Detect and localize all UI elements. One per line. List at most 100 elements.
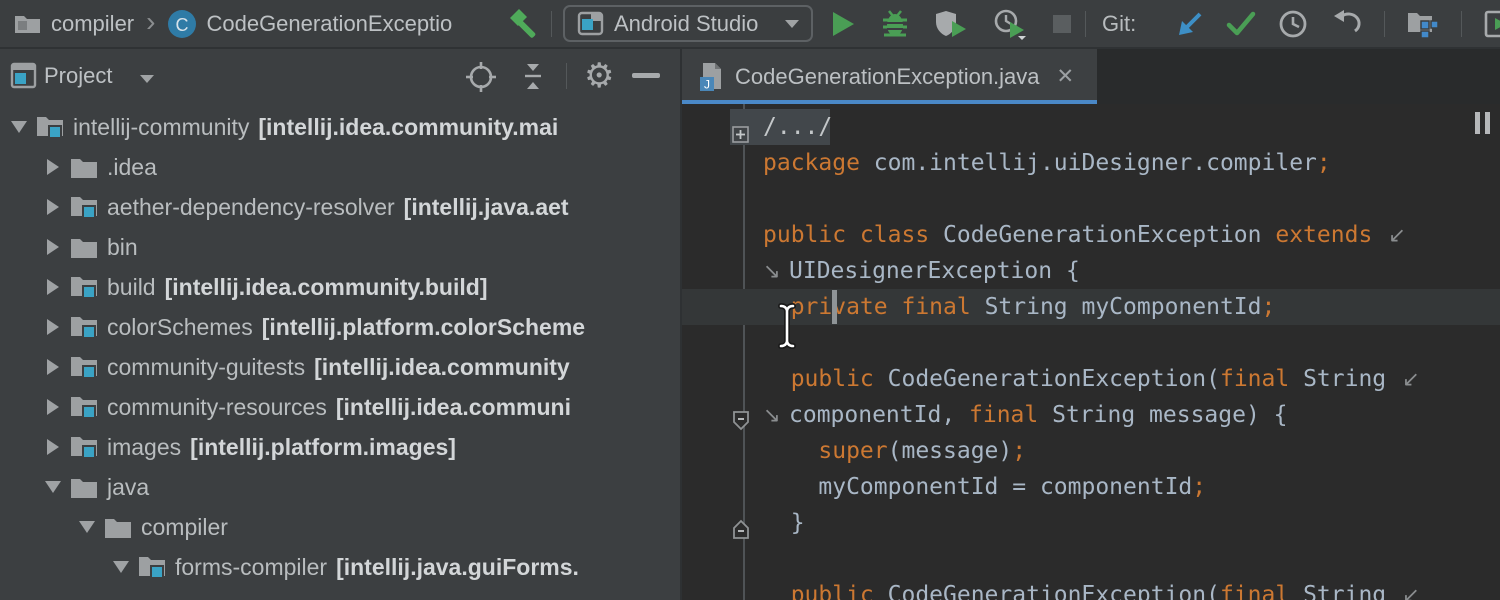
settings-gear-icon[interactable]: ⚙	[584, 59, 614, 93]
code-line[interactable]: ↘componentId, final String message) {	[682, 397, 1500, 433]
history-clock-icon[interactable]	[1278, 9, 1308, 39]
chevron-collapsed-icon[interactable]	[42, 159, 64, 175]
tree-item-partial[interactable]	[0, 587, 680, 600]
git-update-icon[interactable]	[1176, 10, 1204, 38]
code-line[interactable]	[682, 541, 1500, 577]
module-folder-icon	[36, 114, 66, 140]
code-editor[interactable]: /.../package com.intellij.uiDesigner.com…	[682, 104, 1500, 600]
module-folder-icon	[138, 554, 168, 580]
code-keyword: super	[763, 438, 888, 464]
mouse-cursor-ibeam	[776, 302, 798, 355]
code-line[interactable]: ↘UIDesignerException {	[682, 253, 1500, 289]
folder-icon	[70, 155, 100, 179]
code-line[interactable]: package com.intellij.uiDesigner.compiler…	[682, 145, 1500, 181]
project-panel-title[interactable]: Project	[44, 63, 112, 89]
run-button[interactable]	[830, 10, 856, 38]
chevron-collapsed-icon[interactable]	[42, 359, 64, 375]
run-with-coverage-button[interactable]	[934, 9, 968, 39]
locate-file-icon[interactable]	[466, 62, 496, 92]
tab-close-icon[interactable]: ✕	[1057, 64, 1075, 89]
tree-item-java[interactable]: java	[0, 467, 680, 507]
tree-item-aether-dependency-resolver[interactable]: aether-dependency-resolver[intellij.java…	[0, 187, 680, 227]
tree-item-module-name: [intellij.platform.colorScheme	[262, 314, 585, 341]
breadcrumb-folder[interactable]: compiler	[51, 11, 134, 37]
tree-item-community-guitests[interactable]: community-guitests[intellij.idea.communi…	[0, 347, 680, 387]
code-line[interactable]: /.../	[682, 109, 1500, 145]
tree-item-label: colorSchemes	[107, 314, 253, 341]
tree-item-label: java	[107, 474, 149, 501]
tab-code-generation-exception[interactable]: J CodeGenerationException.java ✕	[682, 49, 1097, 104]
chevron-expanded-icon[interactable]	[76, 521, 98, 533]
project-tool-icon	[10, 62, 37, 89]
code-line[interactable]	[682, 181, 1500, 217]
code-keyword: public	[763, 582, 888, 600]
code-text: CodeGenerationException(	[888, 366, 1220, 392]
code-line[interactable]	[682, 325, 1500, 361]
chevron-down-icon	[785, 20, 799, 28]
run-tool-window-icon[interactable]	[1484, 10, 1500, 38]
breadcrumb-separator: ›	[146, 6, 155, 38]
panel-header-separator	[566, 63, 567, 89]
code-line[interactable]: public CodeGenerationException(final Str…	[682, 361, 1500, 397]
build-hammer-icon[interactable]	[508, 0, 540, 47]
tree-item-images[interactable]: images[intellij.platform.images]	[0, 427, 680, 467]
code-keyword: final	[1220, 582, 1303, 600]
code-line[interactable]: super(message);	[682, 433, 1500, 469]
tree-item-compiler[interactable]: compiler	[0, 507, 680, 547]
chevron-collapsed-icon[interactable]	[42, 279, 64, 295]
svg-text:C: C	[176, 15, 189, 35]
toolbar-separator	[1461, 11, 1462, 37]
hide-panel-icon[interactable]	[632, 73, 660, 79]
code-text: String message) {	[1052, 402, 1287, 428]
tree-item-.idea[interactable]: .idea	[0, 147, 680, 187]
git-commit-check-icon[interactable]	[1226, 11, 1256, 37]
soft-wrap-icon: ↙	[1402, 583, 1420, 600]
text-caret	[832, 290, 837, 324]
breadcrumb-class[interactable]: CodeGenerationExceptio	[206, 11, 452, 37]
collapse-all-icon[interactable]	[518, 62, 548, 92]
chevron-collapsed-icon[interactable]	[42, 319, 64, 335]
code-text: com.intellij.uiDesigner.compiler	[874, 150, 1317, 176]
chevron-collapsed-icon[interactable]	[42, 439, 64, 455]
code-keyword: ;	[1317, 150, 1331, 176]
tree-item-intellij-community[interactable]: intellij-community[intellij.idea.communi…	[0, 107, 680, 147]
tree-item-colorSchemes[interactable]: colorSchemes [intellij.platform.colorSche…	[0, 307, 680, 347]
chevron-collapsed-icon[interactable]	[42, 399, 64, 415]
tree-item-forms-compiler[interactable]: forms-compiler[intellij.java.guiForms.	[0, 547, 680, 587]
chevron-expanded-icon[interactable]	[42, 481, 64, 493]
run-configuration-select[interactable]: Android Studio	[563, 5, 813, 42]
debug-button[interactable]	[880, 8, 910, 40]
tree-item-label: forms-compiler	[175, 554, 327, 581]
java-file-icon: J	[698, 62, 724, 92]
code-line[interactable]: public CodeGenerationException(final Str…	[682, 577, 1500, 600]
main-toolbar: compiler › C CodeGenerationExceptio Andr…	[0, 0, 1500, 49]
chevron-expanded-icon[interactable]	[110, 561, 132, 573]
rollback-undo-icon[interactable]	[1330, 9, 1362, 39]
module-folder-icon	[70, 274, 100, 300]
code-line[interactable]: private final String myComponentId;	[682, 289, 1500, 325]
code-keyword: final	[969, 402, 1052, 428]
code-text: }	[763, 510, 805, 536]
tree-item-module-name: [intellij.platform.images]	[190, 434, 456, 461]
folder-icon	[70, 235, 100, 259]
chevron-collapsed-icon[interactable]	[42, 199, 64, 215]
code-line[interactable]: public class CodeGenerationException ext…	[682, 217, 1500, 253]
chevron-expanded-icon[interactable]	[8, 121, 30, 133]
tree-item-label: compiler	[141, 514, 228, 541]
chevron-down-icon[interactable]	[140, 75, 154, 83]
code-line[interactable]: }	[682, 505, 1500, 541]
soft-wrap-continuation-icon: ↘	[763, 397, 789, 433]
code-text: CodeGenerationException(	[888, 582, 1220, 600]
tree-item-community-resources[interactable]: community-resources[intellij.idea.commun…	[0, 387, 680, 427]
tree-item-module-name: [intellij.idea.community.build]	[165, 274, 488, 301]
chevron-collapsed-icon[interactable]	[42, 239, 64, 255]
profile-button[interactable]	[992, 8, 1028, 40]
project-structure-icon[interactable]	[1407, 9, 1439, 39]
tree-item-bin[interactable]: bin	[0, 227, 680, 267]
project-panel-header: Project ⚙	[0, 49, 680, 103]
code-line[interactable]: myComponentId = componentId;	[682, 469, 1500, 505]
tree-item-label: community-resources	[107, 394, 327, 421]
code-keyword: public	[763, 366, 888, 392]
tree-item-build[interactable]: build[intellij.idea.community.build]	[0, 267, 680, 307]
svg-text:J: J	[704, 77, 710, 91]
